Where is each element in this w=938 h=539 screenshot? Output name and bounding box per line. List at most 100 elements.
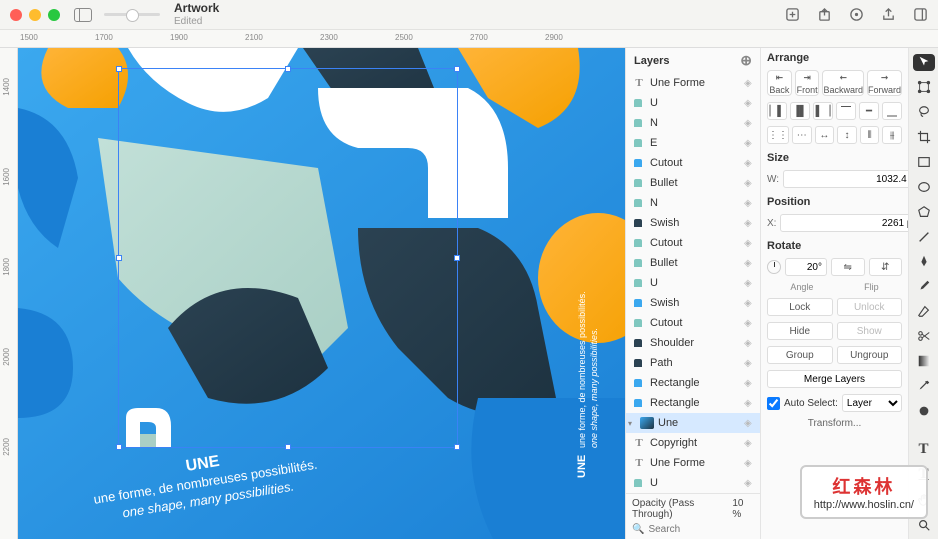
layer-row[interactable]: Swish◈: [626, 293, 760, 313]
visibility-icon[interactable]: ◈: [744, 198, 756, 209]
layer-row[interactable]: Rectangle◈: [626, 393, 760, 413]
hide-button[interactable]: Hide: [767, 322, 833, 340]
visibility-icon[interactable]: ◈: [744, 78, 756, 89]
help-icon[interactable]: [848, 7, 864, 23]
align-bottom[interactable]: ⎽: [882, 102, 902, 120]
visibility-icon[interactable]: ◈: [744, 478, 756, 489]
auto-select-checkbox[interactable]: [767, 397, 780, 410]
visibility-icon[interactable]: ◈: [744, 358, 756, 369]
scissors-tool-icon[interactable]: [913, 328, 935, 345]
arrange-forward[interactable]: →Forward: [867, 70, 902, 96]
close-window[interactable]: [10, 9, 22, 21]
layer-row[interactable]: TUne Forme◈: [626, 73, 760, 93]
ellipse-tool-icon[interactable]: [913, 178, 935, 195]
visibility-icon[interactable]: ◈: [744, 138, 756, 149]
angle-input[interactable]: [785, 258, 827, 276]
visibility-icon[interactable]: ◈: [744, 158, 756, 169]
layer-row[interactable]: Cutout◈: [626, 153, 760, 173]
layer-row[interactable]: Swish◈: [626, 213, 760, 233]
flip-v-icon[interactable]: ⇵: [869, 258, 903, 276]
zoom-slider[interactable]: [104, 13, 160, 16]
visibility-icon[interactable]: ◈: [744, 398, 756, 409]
visibility-icon[interactable]: ◈: [744, 118, 756, 129]
align-middle[interactable]: ━: [859, 102, 879, 120]
transform-link[interactable]: Transform...: [767, 418, 902, 429]
group-button[interactable]: Group: [767, 346, 833, 364]
layer-row[interactable]: Cutout◈: [626, 313, 760, 333]
zoom-tool-icon[interactable]: [913, 516, 935, 533]
arrange-backward[interactable]: ←Backward: [822, 70, 864, 96]
visibility-icon[interactable]: ◈: [744, 98, 756, 109]
layer-row[interactable]: Bullet◈: [626, 253, 760, 273]
flip-h-icon[interactable]: ⇋: [831, 258, 865, 276]
layer-row[interactable]: TCopyright◈: [626, 433, 760, 453]
visibility-icon[interactable]: ◈: [744, 298, 756, 309]
ungroup-button[interactable]: Ungroup: [837, 346, 903, 364]
arrange-back[interactable]: ⇤Back: [767, 70, 792, 96]
minimize-window[interactable]: [29, 9, 41, 21]
layers-list[interactable]: TUne Forme◈U◈N◈E◈Cutout◈Bullet◈N◈Swish◈C…: [626, 73, 760, 493]
layer-row[interactable]: Shoulder◈: [626, 333, 760, 353]
layer-row[interactable]: E◈: [626, 133, 760, 153]
line-tool-icon[interactable]: [913, 228, 935, 245]
gradient-tool-icon[interactable]: [913, 353, 935, 370]
layer-row[interactable]: Path◈: [626, 353, 760, 373]
layers-add-icon[interactable]: ⊕: [740, 52, 752, 69]
layer-row[interactable]: N◈: [626, 113, 760, 133]
fill-tool-icon[interactable]: [913, 402, 935, 419]
layer-row[interactable]: N◈: [626, 193, 760, 213]
layer-row[interactable]: U◈: [626, 93, 760, 113]
crop-tool-icon[interactable]: [913, 129, 935, 146]
layer-row[interactable]: Cutout◈: [626, 233, 760, 253]
distribute-h[interactable]: ⋮⋮: [767, 126, 789, 144]
share-icon[interactable]: [880, 7, 896, 23]
arrange-front[interactable]: ⇥Front: [795, 70, 820, 96]
merge-layers-button[interactable]: Merge Layers: [767, 370, 902, 388]
lasso-tool-icon[interactable]: [913, 104, 935, 121]
inspector-toggle-icon[interactable]: [912, 7, 928, 23]
distribute-v[interactable]: ⋯: [792, 126, 812, 144]
move-tool-icon[interactable]: [913, 54, 935, 71]
layer-row[interactable]: ▾Une◈: [626, 413, 760, 433]
layer-row[interactable]: Bullet◈: [626, 173, 760, 193]
rotate-dial[interactable]: [767, 260, 781, 274]
layer-row[interactable]: TUne Forme◈: [626, 453, 760, 473]
sidebar-toggle-icon[interactable]: [74, 8, 92, 22]
layer-row[interactable]: Rectangle◈: [626, 373, 760, 393]
visibility-icon[interactable]: ◈: [744, 378, 756, 389]
visibility-icon[interactable]: ◈: [744, 418, 756, 429]
layer-row[interactable]: U◈: [626, 473, 760, 493]
hand-tool-icon[interactable]: [913, 491, 935, 508]
visibility-icon[interactable]: ◈: [744, 258, 756, 269]
eraser-tool-icon[interactable]: [913, 303, 935, 320]
auto-select-dropdown[interactable]: Layer: [842, 394, 902, 412]
lock-button[interactable]: Lock: [767, 298, 833, 316]
visibility-icon[interactable]: ◈: [744, 458, 756, 469]
brush-tool-icon[interactable]: [913, 278, 935, 295]
unlock-button[interactable]: Unlock: [837, 298, 903, 316]
show-button[interactable]: Show: [837, 322, 903, 340]
vertical-text-tool-icon[interactable]: T: [913, 466, 935, 483]
layer-row[interactable]: U◈: [626, 273, 760, 293]
pen-tool-icon[interactable]: [913, 253, 935, 270]
visibility-icon[interactable]: ◈: [744, 278, 756, 289]
polygon-tool-icon[interactable]: [913, 203, 935, 220]
x-input[interactable]: [780, 214, 908, 232]
add-icon[interactable]: [784, 7, 800, 23]
opacity-label[interactable]: Opacity (Pass Through): [632, 498, 732, 520]
transform-tool-icon[interactable]: [913, 79, 935, 96]
text-tool-icon[interactable]: T: [913, 441, 935, 458]
visibility-icon[interactable]: ◈: [744, 318, 756, 329]
eyedropper-tool-icon[interactable]: [913, 377, 935, 394]
visibility-icon[interactable]: ◈: [744, 338, 756, 349]
spacing-v[interactable]: ↕: [837, 126, 857, 144]
spacing-h[interactable]: ↔: [815, 126, 835, 144]
align-left[interactable]: ▏▌: [767, 102, 787, 120]
width-input[interactable]: [783, 170, 908, 188]
visibility-icon[interactable]: ◈: [744, 218, 756, 229]
visibility-icon[interactable]: ◈: [744, 178, 756, 189]
canvas[interactable]: UNE une forme, de nombreuses possibilité…: [18, 48, 625, 539]
align-top[interactable]: ⎺: [836, 102, 856, 120]
rect-tool-icon[interactable]: [913, 154, 935, 171]
distribute-4[interactable]: ⫵: [882, 126, 902, 144]
